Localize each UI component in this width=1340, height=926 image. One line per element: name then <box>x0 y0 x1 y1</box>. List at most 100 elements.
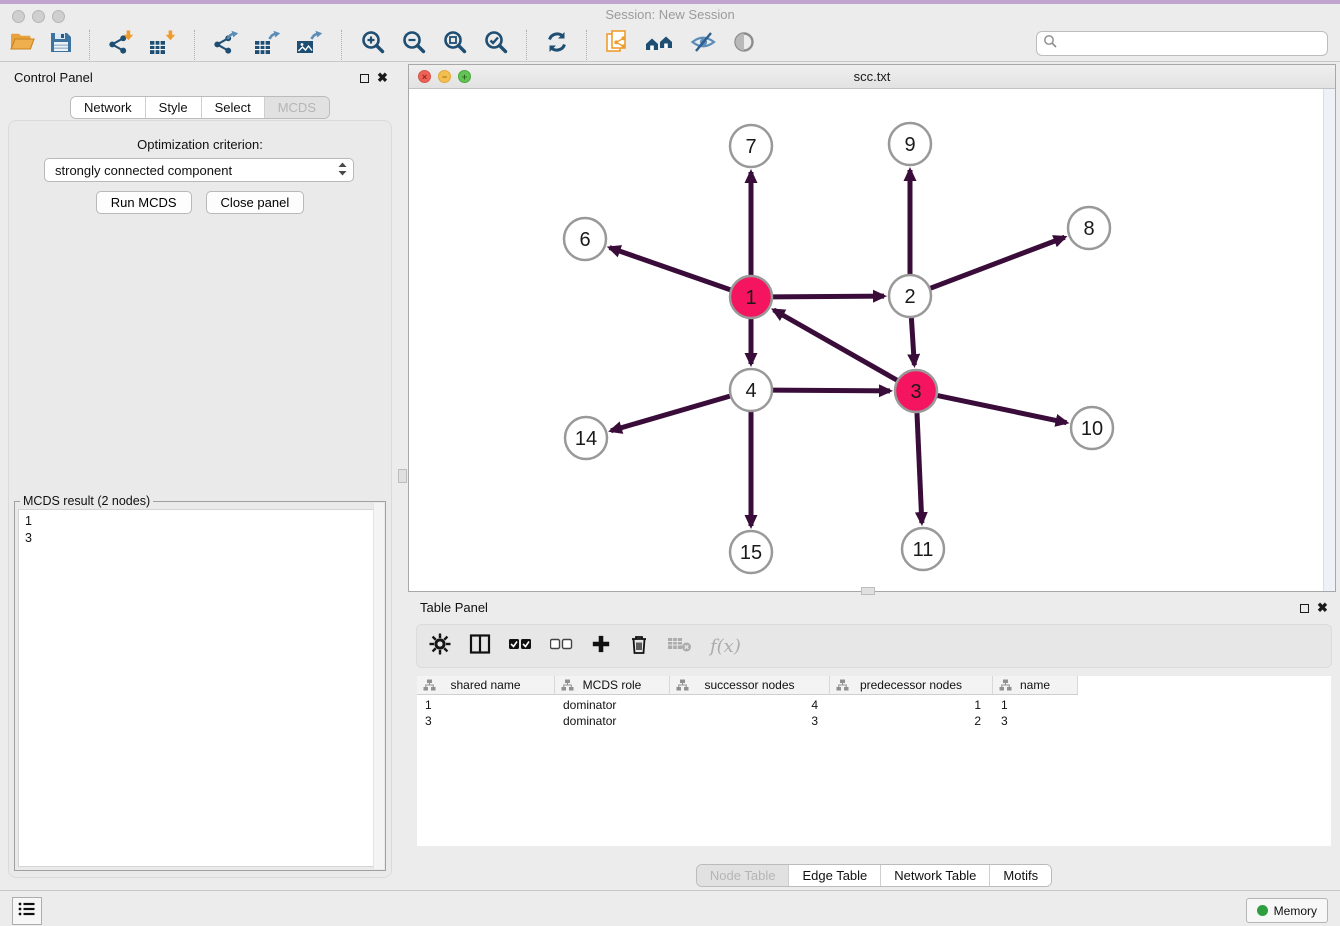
show-all-button[interactable] <box>732 31 756 59</box>
delete-table-button <box>667 632 693 660</box>
network-vertical-scrollbar[interactable] <box>1323 89 1335 591</box>
hide-selected-icon <box>690 30 717 59</box>
deselect-all-icon <box>550 633 574 660</box>
select-all-button[interactable] <box>509 632 533 660</box>
svg-text:8: 8 <box>1083 218 1094 240</box>
horizontal-splitter-handle[interactable] <box>861 587 875 595</box>
graph-edge-1-2[interactable] <box>773 296 884 297</box>
graph-edge-3-1[interactable] <box>774 310 897 380</box>
node-table-header: shared nameMCDS rolesuccessor nodesprede… <box>417 676 1078 695</box>
svg-text:7: 7 <box>745 136 756 158</box>
control-panel-float-icon[interactable] <box>360 74 369 83</box>
table-row[interactable]: 3dominator323 <box>417 713 1331 729</box>
import-network-button[interactable] <box>108 31 135 59</box>
table-tab-network-table[interactable]: Network Table <box>880 865 989 886</box>
graph-edge-3-10[interactable] <box>938 396 1067 423</box>
graph-node-10[interactable]: 10 <box>1071 407 1113 449</box>
table-row[interactable]: 1dominator411 <box>417 697 1331 713</box>
mcds-result-item[interactable]: 3 <box>25 530 375 547</box>
open-session-button[interactable] <box>10 31 35 59</box>
delete-row-button[interactable] <box>628 632 650 660</box>
graph-node-11[interactable]: 11 <box>902 528 944 570</box>
network-from-selection-icon <box>605 29 630 60</box>
memory-label: Memory <box>1274 904 1317 918</box>
toggle-columns-button[interactable] <box>468 632 492 660</box>
table-tab-edge-table[interactable]: Edge Table <box>788 865 880 886</box>
import-table-button[interactable] <box>150 31 177 59</box>
graph-node-2[interactable]: 2 <box>889 275 931 317</box>
graph-node-1[interactable]: 1 <box>730 276 772 318</box>
control-panel-tabs: NetworkStyleSelectMCDS <box>0 96 400 119</box>
graph-edge-2-3[interactable] <box>911 318 914 365</box>
graph-node-9[interactable]: 9 <box>889 123 931 165</box>
window-title: Session: New Session <box>0 7 1340 22</box>
graph-node-3[interactable]: 3 <box>895 370 937 412</box>
function-icon: f(x) <box>710 636 741 657</box>
table-panel-float-icon[interactable] <box>1300 604 1309 613</box>
add-row-button[interactable] <box>591 632 611 660</box>
search-input[interactable] <box>1062 35 1321 52</box>
mcds-result-list[interactable]: 13 <box>18 509 382 867</box>
delete-table-icon <box>667 634 693 659</box>
graph-edge-2-8[interactable] <box>931 237 1065 288</box>
table-cell: 3 <box>417 713 555 729</box>
run-mcds-button[interactable]: Run MCDS <box>96 191 192 214</box>
toolbar-separator <box>194 30 196 60</box>
hide-selected-button[interactable] <box>690 31 717 59</box>
column-header-successor-nodes[interactable]: successor nodes <box>670 676 830 695</box>
graph-edge-4-14[interactable] <box>611 396 730 431</box>
table-cell: 2 <box>830 713 993 729</box>
settings-gear-button[interactable] <box>429 632 451 660</box>
column-header-predecessor-nodes[interactable]: predecessor nodes <box>830 676 993 695</box>
network-canvas[interactable]: 7 9 6 8 1 2 4 3 14 10 15 11 <box>409 89 1335 591</box>
delete-row-icon <box>628 633 650 660</box>
svg-text:3: 3 <box>910 381 921 403</box>
vertical-splitter-handle[interactable] <box>398 469 407 483</box>
table-cell: 3 <box>993 713 1078 729</box>
close-panel-button[interactable]: Close panel <box>206 191 305 214</box>
result-scrollbar[interactable] <box>373 503 384 869</box>
graph-node-7[interactable]: 7 <box>730 125 772 167</box>
table-cell: 1 <box>830 697 993 713</box>
mcds-result-item[interactable]: 1 <box>25 513 375 530</box>
zoom-fit-button[interactable] <box>442 31 468 59</box>
export-network-button[interactable] <box>213 31 240 59</box>
column-header-shared-name[interactable]: shared name <box>417 676 555 695</box>
export-table-button[interactable] <box>255 31 282 59</box>
graph-edge-1-6[interactable] <box>610 248 731 290</box>
column-header-MCDS-role[interactable]: MCDS role <box>555 676 670 695</box>
tab-network[interactable]: Network <box>71 97 145 118</box>
tab-style[interactable]: Style <box>145 97 201 118</box>
control-panel-close-icon[interactable]: ✖ <box>377 72 388 84</box>
graph-node-14[interactable]: 14 <box>565 417 607 459</box>
first-neighbors-button[interactable] <box>645 31 675 59</box>
zoom-selected-button[interactable] <box>483 31 509 59</box>
task-history-button[interactable] <box>12 897 42 925</box>
tab-mcds[interactable]: MCDS <box>264 97 329 118</box>
refresh-button[interactable] <box>545 31 569 59</box>
graph-node-15[interactable]: 15 <box>730 531 772 573</box>
memory-button[interactable]: Memory <box>1246 898 1328 923</box>
graph-node-4[interactable]: 4 <box>730 369 772 411</box>
graph-edge-4-3[interactable] <box>773 390 890 391</box>
zoom-in-button[interactable] <box>360 31 386 59</box>
network-from-selection-button[interactable] <box>605 31 630 59</box>
tab-select[interactable]: Select <box>201 97 264 118</box>
graph-node-8[interactable]: 8 <box>1068 207 1110 249</box>
column-header-name[interactable]: name <box>993 676 1078 695</box>
criterion-dropdown[interactable]: strongly connected component <box>44 158 354 182</box>
save-session-button[interactable] <box>50 31 72 59</box>
select-all-icon <box>509 633 533 660</box>
graph-edge-3-11[interactable] <box>917 413 922 523</box>
search-box[interactable] <box>1036 31 1328 56</box>
add-row-icon <box>591 634 611 659</box>
graph-node-6[interactable]: 6 <box>564 218 606 260</box>
table-tab-node-table[interactable]: Node Table <box>697 865 789 886</box>
table-cell: 3 <box>670 713 830 729</box>
zoom-out-button[interactable] <box>401 31 427 59</box>
table-panel-close-icon[interactable]: ✖ <box>1317 602 1328 614</box>
svg-text:11: 11 <box>913 539 934 561</box>
export-image-button[interactable] <box>297 31 324 59</box>
deselect-all-button[interactable] <box>550 632 574 660</box>
table-tab-motifs[interactable]: Motifs <box>989 865 1051 886</box>
